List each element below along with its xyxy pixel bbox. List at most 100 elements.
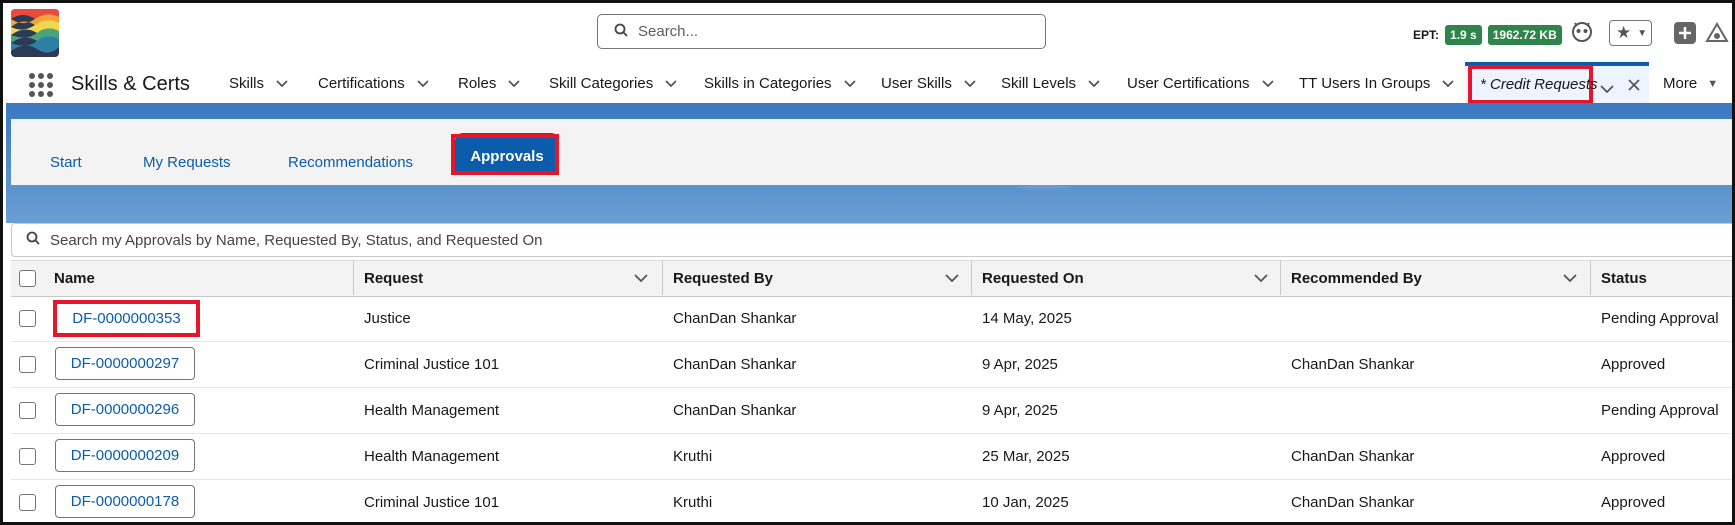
nav-item-skill-levels[interactable]: Skill Levels (1001, 75, 1100, 92)
cell-requested-by: ChanDan Shankar (673, 310, 797, 327)
row-checkbox[interactable] (19, 494, 36, 511)
chevron-down-icon[interactable] (1261, 75, 1274, 92)
chevron-down-icon: ▼ (1707, 77, 1719, 90)
column-label: Request (364, 270, 424, 287)
nav-item-skills[interactable]: Skills (229, 75, 288, 92)
nav-item-label: Skill Levels (1001, 75, 1077, 92)
row-checkbox[interactable] (19, 402, 36, 419)
global-actions-add-icon[interactable] (1673, 21, 1697, 50)
table-row: DF-0000000353 Justice ChanDan Shankar 14… (11, 296, 1732, 342)
nav-item-label: TT Users In Groups (1299, 75, 1431, 92)
global-search-input[interactable]: Search... (597, 14, 1046, 49)
cell-recommended-by: ChanDan Shankar (1291, 494, 1415, 511)
cell-requested-by: Kruthi (673, 448, 713, 465)
chevron-down-icon[interactable] (1088, 75, 1100, 92)
cell-status: Approved (1601, 494, 1666, 511)
column-divider[interactable] (662, 260, 663, 295)
search-icon (614, 23, 628, 41)
column-divider[interactable] (353, 260, 354, 295)
assistant-robot-icon[interactable] (1569, 18, 1595, 49)
row-checkbox[interactable] (19, 448, 36, 465)
chevron-down-icon[interactable] (945, 270, 959, 287)
chevron-down-icon[interactable] (417, 75, 429, 92)
subtab-recommendations[interactable]: Recommendations (288, 154, 413, 171)
column-divider[interactable] (1280, 260, 1281, 295)
cell-recommended-by: ChanDan Shankar (1291, 448, 1415, 465)
subtab-my-requests[interactable]: My Requests (143, 154, 231, 171)
column-header-name[interactable]: Name (54, 261, 320, 296)
subtab-start[interactable]: Start (50, 154, 82, 171)
app-launcher-icon[interactable] (29, 73, 53, 97)
chevron-down-icon[interactable] (1254, 270, 1268, 287)
column-divider[interactable] (971, 260, 972, 295)
nav-item-tt-users-in-groups[interactable]: TT Users In Groups (1299, 75, 1455, 92)
column-header-recommended-by[interactable]: Recommended By (1291, 261, 1591, 296)
chevron-down-icon[interactable] (1563, 270, 1577, 287)
cell-request: Health Management (364, 448, 500, 465)
cell-status: Pending Approval (1601, 402, 1719, 419)
cell-request: Criminal Justice 101 (364, 356, 500, 373)
nav-item-label: Roles (458, 75, 497, 92)
select-all-checkbox[interactable] (19, 270, 36, 287)
column-label: Requested On (982, 270, 1084, 287)
chevron-down-icon[interactable] (1442, 75, 1455, 92)
chevron-down-icon[interactable] (843, 75, 856, 92)
chevron-down-icon[interactable] (508, 75, 520, 92)
chevron-down-icon[interactable] (665, 75, 677, 92)
column-header-requested-by[interactable]: Requested By (673, 261, 973, 296)
cell-requested-on: 9 Apr, 2025 (982, 356, 1058, 373)
chevron-down-icon[interactable] (1600, 81, 1614, 99)
table-row: DF-0000000297 Criminal Justice 101 ChanD… (11, 342, 1732, 388)
cell-requested-by: ChanDan Shankar (673, 356, 797, 373)
nav-more-label: More (1663, 75, 1698, 92)
row-checkbox[interactable] (19, 356, 36, 373)
table-row: DF-0000000209 Health Management Kruthi 2… (11, 434, 1732, 480)
close-tab-icon[interactable] (1627, 78, 1641, 97)
nav-item-skills-in-categories[interactable]: Skills in Categories (704, 75, 856, 92)
ept-label: EPT: (1413, 28, 1440, 42)
tab-credit-requests-label[interactable]: * Credit Requests (1480, 76, 1598, 93)
star-icon: ★ (1616, 23, 1632, 42)
nav-item-label: Skill Categories (549, 75, 654, 92)
nav-item-roles[interactable]: Roles (458, 75, 520, 92)
trailhead-icon[interactable] (1705, 21, 1729, 50)
record-name-link[interactable]: DF-0000000353 (53, 300, 200, 337)
cell-request: Criminal Justice 101 (364, 494, 500, 511)
cell-status: Approved (1601, 448, 1666, 465)
cell-request: Health Management (364, 402, 500, 419)
record-name-link[interactable]: DF-0000000178 (55, 485, 195, 518)
chevron-down-icon[interactable] (276, 75, 288, 92)
column-divider[interactable] (1590, 260, 1591, 295)
record-name-link[interactable]: DF-0000000209 (55, 439, 195, 472)
nav-more-menu[interactable]: More ▼ (1663, 75, 1718, 92)
nav-item-skill-categories[interactable]: Skill Categories (549, 75, 677, 92)
column-header-requested-on[interactable]: Requested On (982, 261, 1282, 296)
table-row: DF-0000000178 Criminal Justice 101 Kruth… (11, 480, 1732, 522)
row-checkbox[interactable] (19, 310, 36, 327)
subnav-bar (11, 119, 1732, 185)
nav-item-label: Skills (229, 75, 265, 92)
cell-status: Pending Approval (1601, 310, 1719, 327)
record-name-link[interactable]: DF-0000000296 (55, 393, 195, 426)
ept-time-badge: 1.9 s (1445, 25, 1482, 45)
column-header-status[interactable]: Status (1601, 261, 1731, 296)
search-icon (26, 231, 40, 249)
chevron-down-icon[interactable] (634, 270, 648, 287)
column-header-request[interactable]: Request (364, 261, 662, 296)
cell-requested-by: Kruthi (673, 494, 713, 511)
app-window: Search... EPT: 1.9 s 1962.72 KB ★ ▼ Skil… (0, 0, 1735, 525)
favorites-button[interactable]: ★ ▼ (1609, 20, 1652, 46)
nav-item-label: User Certifications (1127, 75, 1250, 92)
nav-item-user-skills[interactable]: User Skills (881, 75, 976, 92)
global-search-placeholder: Search... (638, 23, 699, 40)
cell-requested-on: 14 May, 2025 (982, 310, 1072, 327)
record-name-link[interactable]: DF-0000000297 (55, 347, 195, 380)
nav-item-user-certifications[interactable]: User Certifications (1127, 75, 1274, 92)
nav-item-certifications[interactable]: Certifications (318, 75, 429, 92)
approvals-search-input[interactable]: Search my Approvals by Name, Requested B… (11, 223, 1732, 257)
org-logo[interactable] (11, 9, 59, 57)
cell-requested-on: 9 Apr, 2025 (982, 402, 1058, 419)
chevron-down-icon[interactable] (964, 75, 976, 92)
cell-status: Approved (1601, 356, 1666, 373)
approvals-highlight (451, 134, 559, 175)
